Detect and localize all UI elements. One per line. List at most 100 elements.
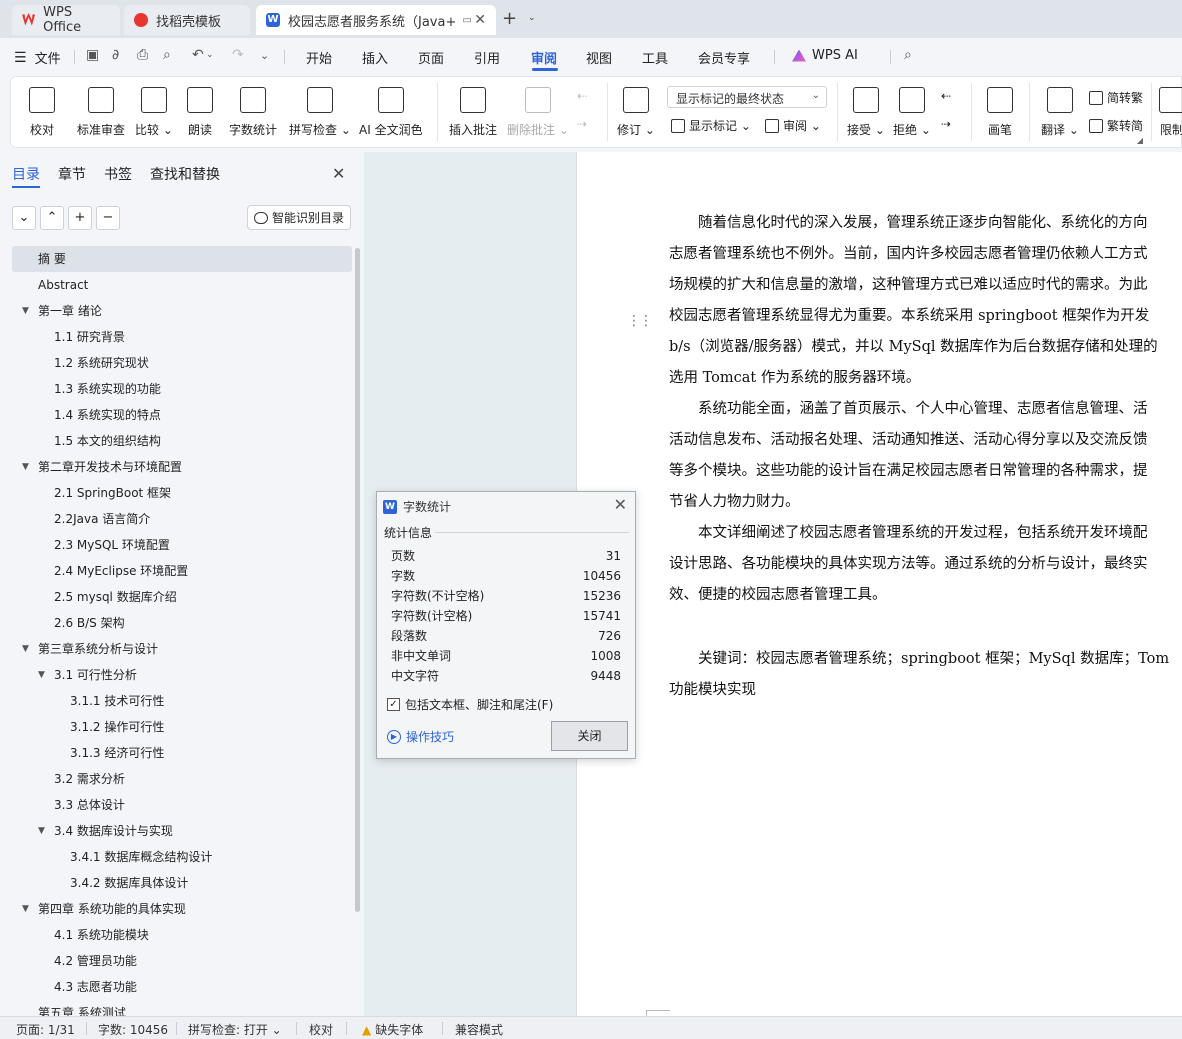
missing-font-indicator[interactable]: ▲ 缺失字体 bbox=[362, 1021, 423, 1038]
checkbox-checked-icon[interactable]: ✓ bbox=[387, 698, 400, 711]
toc-item[interactable]: ▼ 第四章 系统功能的具体实现 bbox=[12, 896, 352, 922]
toc-item[interactable]: ▼ 第三章系统分析与设计 bbox=[12, 636, 352, 662]
trad-to-simp-button[interactable]: 繁转简 bbox=[1089, 117, 1143, 134]
delete-comment-button[interactable]: 删除批注 ⌄ bbox=[507, 81, 569, 145]
chevron-down-icon[interactable]: ⌄ bbox=[528, 13, 536, 23]
menu-references[interactable]: 引用 bbox=[474, 48, 500, 67]
toc-item[interactable]: 3.4.1 数据库概念结构设计 bbox=[12, 844, 352, 870]
toc-item[interactable]: ▼ 3.4 数据库设计与实现 bbox=[12, 818, 352, 844]
proof-indicator[interactable]: 校对 bbox=[309, 1021, 333, 1038]
word-count-indicator[interactable]: 字数: 10456 bbox=[98, 1021, 168, 1038]
expand-arrow-icon[interactable]: ▼ bbox=[22, 636, 29, 662]
menu-home[interactable]: 开始 bbox=[306, 48, 332, 67]
toc-item[interactable]: 4.2 管理员功能 bbox=[12, 948, 352, 974]
keywords-paragraph[interactable]: 关键词：校园志愿者管理系统；springboot 框架；MySql 数据库；To… bbox=[669, 644, 1182, 706]
page-indicator[interactable]: 页面: 1/31 bbox=[16, 1021, 75, 1038]
expand-arrow-icon[interactable]: ▼ bbox=[22, 454, 29, 480]
prev-comment-icon[interactable]: ⇠ bbox=[577, 89, 587, 103]
toc-item[interactable]: 4.1 系统功能模块 bbox=[12, 922, 352, 948]
toc-item[interactable]: 2.5 mysql 数据库介绍 bbox=[12, 584, 352, 610]
redo-icon[interactable]: ↷ bbox=[232, 47, 244, 63]
proofread-button[interactable]: 校对 bbox=[29, 81, 55, 145]
track-changes-button[interactable]: 修订 ⌄ bbox=[617, 81, 655, 145]
wps-ai-menu[interactable]: WPS AI bbox=[792, 48, 858, 63]
expand-arrow-icon[interactable]: ▼ bbox=[22, 298, 29, 324]
toc-item[interactable]: 2.6 B/S 架构 bbox=[12, 610, 352, 636]
toc-item[interactable]: 3.1.2 操作可行性 bbox=[12, 714, 352, 740]
collapse-icon[interactable]: ⌄ bbox=[12, 206, 36, 230]
tab-toc[interactable]: 目录 bbox=[12, 164, 40, 184]
toc-item[interactable]: 1.4 系统实现的特点 bbox=[12, 402, 352, 428]
prev-change-icon[interactable]: ⇠ bbox=[941, 89, 951, 103]
toc-item[interactable]: 1.1 研究背景 bbox=[12, 324, 352, 350]
toc-item[interactable]: 1.5 本文的组织结构 bbox=[12, 428, 352, 454]
tab-find-replace[interactable]: 查找和替换 bbox=[150, 164, 220, 184]
undo-dropdown-icon[interactable]: ⌄ bbox=[206, 50, 214, 60]
tab-wps-office[interactable]: WPS Office bbox=[12, 5, 120, 35]
tab-chapters[interactable]: 章节 bbox=[58, 164, 86, 184]
undo-icon[interactable]: ↶ bbox=[192, 47, 204, 63]
insert-comment-button[interactable]: 插入批注 bbox=[449, 81, 497, 145]
tab-document[interactable]: W 校园志愿者服务系统（Java+ ▭ ✕ bbox=[256, 5, 496, 35]
next-change-icon[interactable]: ⇢ bbox=[941, 117, 951, 131]
restrict-button[interactable]: 限制 bbox=[1159, 81, 1182, 145]
file-menu[interactable]: ☰ 文件 bbox=[14, 48, 61, 68]
compare-button[interactable]: 比较 ⌄ bbox=[135, 81, 173, 145]
menu-page[interactable]: 页面 bbox=[418, 48, 444, 67]
toc-item[interactable]: 3.1.3 经济可行性 bbox=[12, 740, 352, 766]
reject-button[interactable]: 拒绝 ⌄ bbox=[893, 81, 931, 145]
toc-item[interactable]: ▼ 第一章 绪论 bbox=[12, 298, 352, 324]
menu-insert[interactable]: 插入 bbox=[362, 48, 388, 67]
read-aloud-button[interactable]: 朗读 bbox=[187, 81, 213, 145]
close-button[interactable]: 关闭 bbox=[551, 721, 628, 751]
toc-item[interactable]: 4.3 志愿者功能 bbox=[12, 974, 352, 1000]
expand-arrow-icon[interactable]: ▼ bbox=[38, 818, 45, 844]
expand-icon[interactable]: ⌃ bbox=[40, 206, 64, 230]
accept-button[interactable]: 接受 ⌄ bbox=[847, 81, 885, 145]
simp-to-trad-button[interactable]: 简转繁 bbox=[1089, 89, 1143, 106]
standard-review-button[interactable]: 标准审查 bbox=[77, 81, 125, 145]
next-comment-icon[interactable]: ⇢ bbox=[577, 117, 587, 131]
spell-check-indicator[interactable]: 拼写检查: 打开 ⌄ bbox=[188, 1021, 282, 1038]
document-page[interactable]: 随着信息化时代的深入发展，管理系统正逐步向智能化、系统化的方向 志愿者管理系统也不… bbox=[576, 152, 1182, 1016]
search-icon[interactable]: ⌕ bbox=[904, 47, 912, 63]
menu-view[interactable]: 视图 bbox=[586, 48, 612, 67]
show-markup-button[interactable]: 显示标记 ⌄ bbox=[671, 117, 751, 134]
close-tab-icon[interactable]: ✕ bbox=[474, 12, 486, 28]
include-notes-checkbox[interactable]: ✓ 包括文本框、脚注和尾注(F) bbox=[387, 696, 553, 713]
word-count-button[interactable]: 字数统计 bbox=[229, 81, 277, 145]
print-preview-icon[interactable]: ⌕ bbox=[163, 47, 171, 63]
print-icon[interactable]: ⎙ bbox=[137, 47, 148, 63]
menu-member[interactable]: 会员专享 bbox=[698, 48, 750, 67]
toc-item[interactable]: ▼ 第二章开发技术与环境配置 bbox=[12, 454, 352, 480]
tab-bookmarks[interactable]: 书签 bbox=[104, 164, 132, 184]
toc-item[interactable]: Abstract bbox=[12, 272, 352, 298]
tab-templates[interactable]: 找稻壳模板 bbox=[124, 5, 250, 35]
expand-corner-icon[interactable]: ◢ bbox=[1137, 136, 1143, 145]
toc-item[interactable]: 2.3 MySQL 环境配置 bbox=[12, 532, 352, 558]
translate-button[interactable]: 翻译 ⌄ bbox=[1041, 81, 1079, 145]
toc-item[interactable]: 3.3 总体设计 bbox=[12, 792, 352, 818]
expand-arrow-icon[interactable]: ▼ bbox=[22, 896, 29, 922]
toc-item[interactable]: 摘 要 bbox=[12, 246, 352, 272]
review-pane-button[interactable]: 审阅 ⌄ bbox=[765, 117, 821, 134]
close-icon[interactable]: ✕ bbox=[614, 495, 627, 514]
more-icon[interactable]: ⌄ bbox=[260, 49, 269, 62]
pen-button[interactable]: 画笔 bbox=[987, 81, 1013, 145]
smart-toc-button[interactable]: 智能识别目录 bbox=[247, 205, 351, 230]
toc-item[interactable]: 1.2 系统研究现状 bbox=[12, 350, 352, 376]
add-heading-icon[interactable]: + bbox=[68, 206, 92, 230]
toc-item[interactable]: 2.1 SpringBoot 框架 bbox=[12, 480, 352, 506]
close-pane-icon[interactable]: ✕ bbox=[332, 164, 345, 183]
tips-link[interactable]: ▶ 操作技巧 bbox=[387, 728, 454, 745]
remove-heading-icon[interactable]: − bbox=[96, 206, 120, 230]
expand-arrow-icon[interactable]: ▼ bbox=[38, 662, 45, 688]
new-tab-icon[interactable]: + bbox=[502, 8, 517, 29]
menu-tools[interactable]: 工具 bbox=[642, 48, 668, 67]
markup-state-select[interactable]: 显示标记的最终状态 ⌄ bbox=[667, 86, 827, 108]
menu-review[interactable]: 审阅 bbox=[531, 48, 557, 67]
toc-item[interactable]: 1.3 系统实现的功能 bbox=[12, 376, 352, 402]
ai-polish-button[interactable]: AI 全文润色 bbox=[359, 81, 423, 145]
drag-handle-icon[interactable]: ⋮⋮ bbox=[627, 313, 653, 329]
save-icon[interactable]: ▣ bbox=[86, 47, 99, 63]
